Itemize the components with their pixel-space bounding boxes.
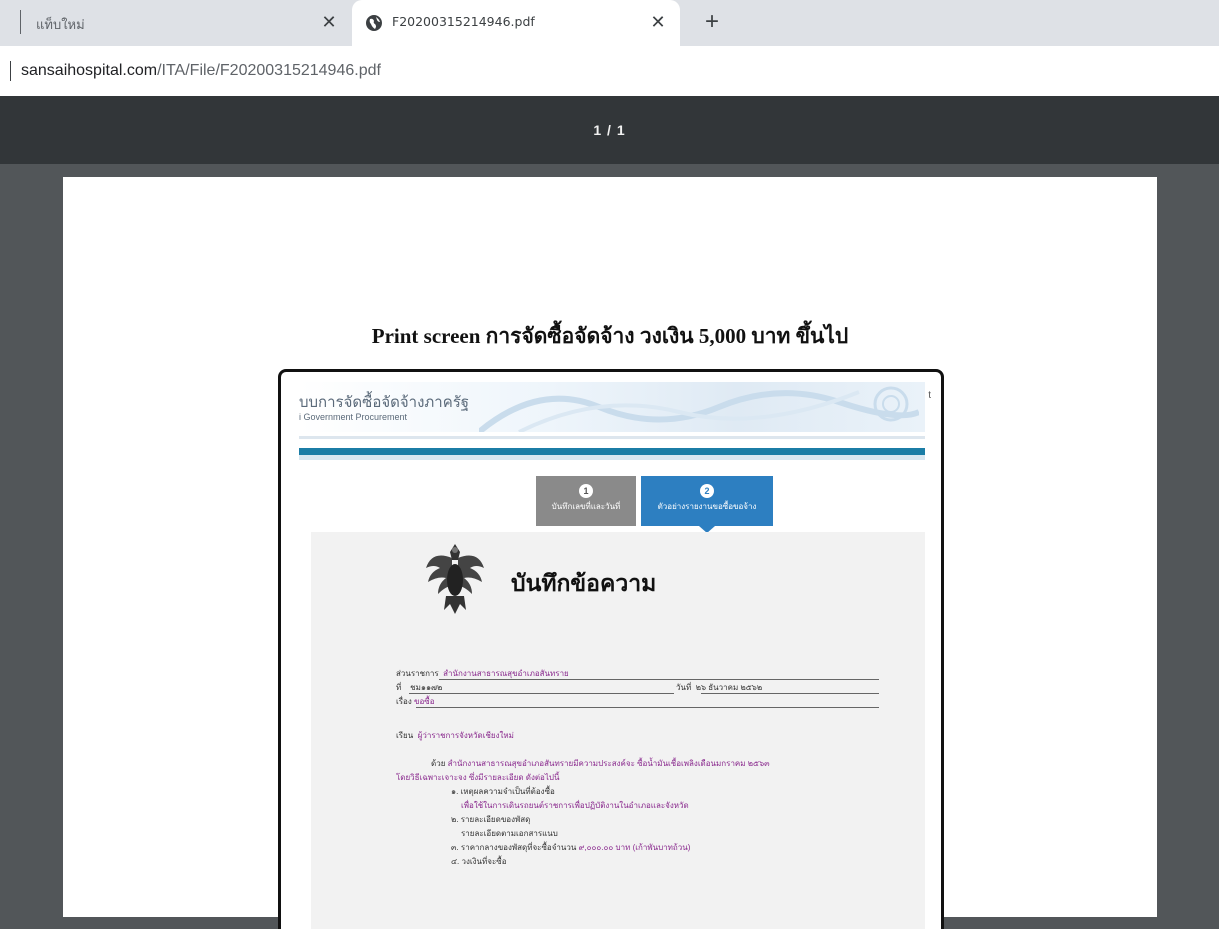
subject-value: ขอซื้อ (413, 697, 435, 706)
item3-words: (เก้าพันบาทถ้วน) (632, 843, 691, 852)
pdf-viewer[interactable]: Print screen การจัดซื้อจัดจ้าง วงเงิน 5,… (0, 164, 1219, 929)
memo-item3: ๓. ราคากลางของพัสดุที่จะซื้อจำนวน ๙,๐๐๐.… (451, 841, 690, 854)
to-value: ผู้ว่าราชการจังหวัดเชียงใหม่ (417, 731, 514, 740)
body-prefix: ด้วย (431, 759, 446, 768)
underline (409, 693, 674, 694)
step-label: บันทึกเลขที่และวันที่ (551, 502, 621, 511)
step-number: 2 (700, 484, 714, 498)
embedded-screenshot: บบการจัดซื้อจัดจ้างภาครัฐ i Government P… (278, 369, 944, 929)
item1-detail: เพื่อใช้ในการเดินรถยนต์ราชการเพื่อปฏิบัต… (461, 801, 689, 810)
url-host: sansaihospital.com (21, 62, 158, 79)
body-line2: โดยวิธีเฉพาะเจาะจง ซึ่งมีรายละเอียด ดังต… (396, 773, 560, 782)
tab-pdf[interactable]: F20200315214946.pdf ✕ (352, 0, 680, 46)
underline (439, 679, 879, 680)
item3-amount: ๙,๐๐๐.๐๐ บาท (578, 843, 631, 852)
url-path: /ITA/File/F20200315214946.pdf (157, 62, 381, 79)
tab-title: F20200315214946.pdf (392, 14, 535, 29)
address-bar[interactable]: sansaihospital.com/ITA/File/F20200315214… (0, 46, 1219, 96)
number-label: ที่ (396, 683, 402, 692)
text-caret (10, 61, 11, 81)
date-value: ๒๖ ธันวาคม ๒๕๖๒ (695, 683, 763, 692)
step-number: 1 (579, 484, 593, 498)
tab-separator (20, 10, 21, 34)
garuda-emblem (426, 544, 484, 614)
step-1: 1 บันทึกเลขที่และวันที่ (536, 476, 636, 526)
egp-header: บบการจัดซื้อจัดจ้างภาครัฐ i Government P… (299, 382, 931, 432)
decorative-pattern (479, 386, 919, 432)
globe-icon (366, 15, 382, 31)
body-line1: สำนักงานสาธารณสุขอำเภอสันทรายมีความประสง… (447, 759, 770, 768)
egp-corner-text: t (928, 390, 931, 401)
memo-to: เรียน ผู้ว่าราชการจังหวัดเชียงใหม่ (396, 729, 514, 742)
memo-item1-detail: เพื่อใช้ในการเดินรถยนต์ราชการเพื่อปฏิบัต… (461, 799, 689, 812)
egp-site-subtitle: i Government Procurement (299, 412, 408, 422)
tab-title: แท็บใหม่ (36, 17, 85, 32)
number-value: ชม๑๑๗๒ (410, 683, 443, 692)
step-label: ตัวอย่างรายงานขอซื้อขอจ้าง (657, 502, 757, 511)
to-label: เรียน (396, 731, 414, 740)
memo-item1: ๑. เหตุผลความจำเป็นที่ต้องซื้อ (451, 787, 555, 796)
new-tab-icon[interactable]: + (700, 10, 724, 35)
egp-site-title: บบการจัดซื้อจัดจ้างภาครัฐ (299, 394, 470, 411)
close-tab-icon[interactable]: ✕ (318, 11, 340, 33)
url-text[interactable]: sansaihospital.com/ITA/File/F20200315214… (21, 62, 381, 80)
underline (701, 693, 879, 694)
close-tab-icon[interactable]: ✕ (647, 11, 669, 33)
memo-body-line2: โดยวิธีเฉพาะเจาะจง ซึ่งมีรายละเอียด ดังต… (396, 771, 559, 784)
memo-body-line1: ด้วย สำนักงานสาธารณสุขอำเภอสันทรายมีความ… (431, 757, 770, 770)
tab-strip: แท็บใหม่ ✕ F20200315214946.pdf ✕ + (0, 0, 1219, 46)
pdf-page: Print screen การจัดซื้อจัดจ้าง วงเงิน 5,… (63, 177, 1157, 929)
tab-new-tab[interactable]: แท็บใหม่ ✕ (0, 0, 352, 46)
item3-prefix: ๓. ราคากลางของพัสดุที่จะซื้อจำนวน (451, 843, 577, 852)
memo-item4: ๔. วงเงินที่จะซื้อ (451, 857, 507, 866)
document-heading: Print screen การจัดซื้อจัดจ้าง วงเงิน 5,… (371, 324, 849, 348)
step-2: 2 ตัวอย่างรายงานขอซื้อขอจ้าง (641, 476, 773, 533)
divider (299, 436, 925, 439)
pdf-toolbar: 1 / 1 (0, 96, 1219, 164)
department-label: ส่วนราชการ (396, 669, 439, 678)
memo-panel: บันทึกข้อความ ส่วนราชการ สำนักงานสาธารณส… (311, 532, 925, 929)
page-indicator: 1 / 1 (593, 122, 626, 138)
egp-blue-bar (299, 448, 925, 455)
memo-item2-detail: รายละเอียดตามเอกสารแนบ (461, 829, 558, 838)
memo-title: บันทึกข้อความ (511, 570, 657, 596)
memo-item2: ๒. รายละเอียดของพัสดุ (451, 815, 531, 824)
divider (299, 455, 925, 460)
underline (416, 707, 879, 708)
department-value: สำนักงานสาธารณสุขอำเภอสันทราย (443, 669, 569, 678)
subject-label: เรื่อง (396, 697, 412, 706)
date-label: วันที่ (676, 683, 692, 692)
